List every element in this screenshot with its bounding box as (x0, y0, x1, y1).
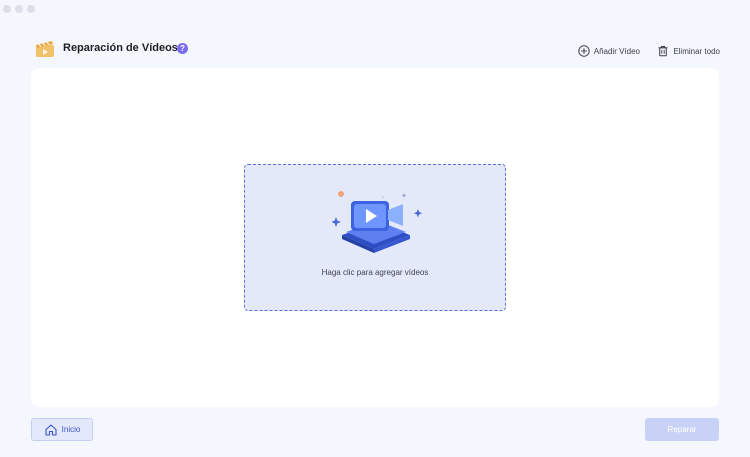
plus-circle-icon (578, 45, 590, 57)
page-title: Reparación de Vídeos (63, 42, 178, 54)
video-list-panel: Haga clic para agregar vídeos (31, 68, 719, 407)
home-button-label: Inicio (61, 425, 81, 434)
close-window-button[interactable] (3, 5, 11, 13)
minimize-window-button[interactable] (15, 5, 23, 13)
trash-icon (658, 46, 668, 57)
video-repair-clapperboard-icon (36, 41, 54, 57)
repair-button-label: Reparar (667, 425, 697, 434)
help-icon[interactable]: ? (177, 43, 188, 54)
home-icon (45, 423, 57, 436)
video-upload-illustration-icon (332, 191, 423, 253)
zoom-window-button[interactable] (27, 5, 35, 13)
window-controls (3, 5, 35, 13)
add-video-label: Añadir Vídeo (593, 46, 640, 56)
remove-all-label: Eliminar todo (673, 46, 720, 56)
dropzone-text: Haga clic para agregar vídeos (321, 268, 429, 277)
add-video-button[interactable]: Añadir Vídeo (578, 45, 640, 57)
add-videos-dropzone[interactable]: Haga clic para agregar vídeos (244, 164, 506, 311)
repair-button[interactable]: Reparar (645, 418, 719, 441)
remove-all-button[interactable]: Eliminar todo (657, 45, 720, 57)
header: Reparación de Vídeos ? Añadir Vídeo Elim… (32, 38, 720, 62)
home-button[interactable]: Inicio (31, 418, 93, 441)
